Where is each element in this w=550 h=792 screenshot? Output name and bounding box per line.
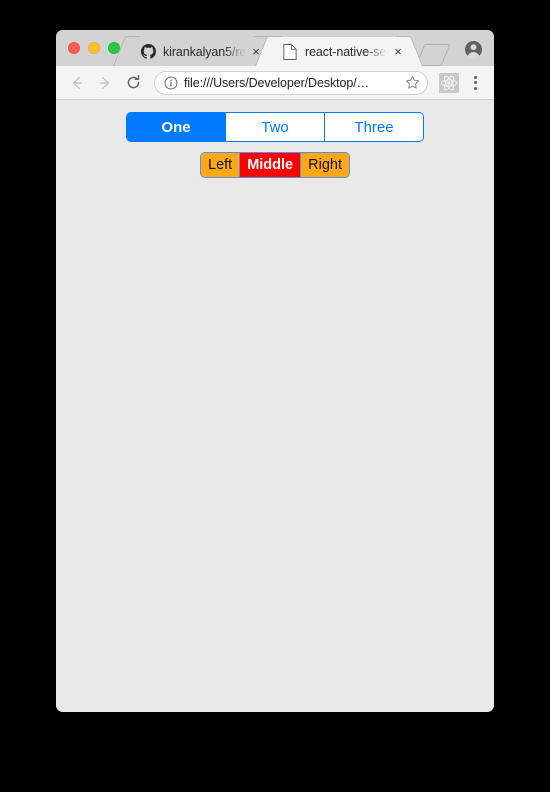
segment-middle[interactable]: Middle xyxy=(239,153,301,177)
segment-label: Two xyxy=(261,118,289,136)
browser-tab-title: react-native-seg xyxy=(305,44,390,59)
segment-label: Three xyxy=(354,118,394,136)
document-icon xyxy=(282,43,298,60)
address-bar-url[interactable]: file:///Users/Developer/Desktop/… xyxy=(184,76,399,90)
address-bar[interactable]: file:///Users/Developer/Desktop/… xyxy=(154,70,428,95)
info-circle-icon[interactable] xyxy=(163,75,178,90)
ios-segmented-control[interactable]: One Two Three xyxy=(126,112,424,142)
browser-tab-react-native-segmented[interactable]: react-native-seg × xyxy=(268,37,410,66)
tab-strip: kirankalyan5/rea × react-native-seg × xyxy=(56,30,494,66)
menu-dot xyxy=(473,75,477,79)
profile-avatar-icon[interactable] xyxy=(462,38,484,60)
segment-label: Left xyxy=(208,157,233,173)
segment-label: Right xyxy=(308,157,342,173)
three-dot-menu-icon[interactable] xyxy=(464,70,486,96)
segment-left[interactable]: Left xyxy=(201,153,240,177)
github-icon xyxy=(140,44,156,60)
browser-tab-title: kirankalyan5/rea xyxy=(163,44,248,59)
segment-one[interactable]: One xyxy=(127,113,225,141)
arrow-left-icon xyxy=(72,76,83,89)
custom-segmented-control-wrapper: Left Middle Right xyxy=(56,152,494,178)
browser-toolbar: file:///Users/Developer/Desktop/… xyxy=(56,66,494,100)
segment-right[interactable]: Right xyxy=(300,153,349,177)
page-content: One Two Three Left Middle Right xyxy=(56,100,494,712)
reload-button[interactable] xyxy=(120,70,146,96)
browser-tab-github[interactable]: kirankalyan5/rea × xyxy=(126,37,268,66)
tab-list: kirankalyan5/rea × react-native-seg × xyxy=(126,30,451,66)
segment-three[interactable]: Three xyxy=(324,113,423,141)
close-tab-button[interactable]: × xyxy=(390,44,406,60)
menu-dot xyxy=(473,86,477,90)
close-window-button[interactable] xyxy=(68,42,80,54)
browser-window: kirankalyan5/rea × react-native-seg × fi… xyxy=(56,30,494,712)
custom-segmented-control[interactable]: Left Middle Right xyxy=(200,152,350,178)
minimize-window-button[interactable] xyxy=(88,42,100,54)
back-button[interactable] xyxy=(64,70,90,96)
segment-label: Middle xyxy=(247,157,294,173)
react-devtools-icon[interactable] xyxy=(438,72,460,94)
star-outline-icon[interactable] xyxy=(403,74,421,92)
forward-button[interactable] xyxy=(92,70,118,96)
reload-icon xyxy=(127,75,139,89)
segment-two[interactable]: Two xyxy=(225,113,324,141)
segment-label: One xyxy=(161,118,191,136)
arrow-right-icon xyxy=(99,76,110,89)
menu-dot xyxy=(473,81,477,84)
